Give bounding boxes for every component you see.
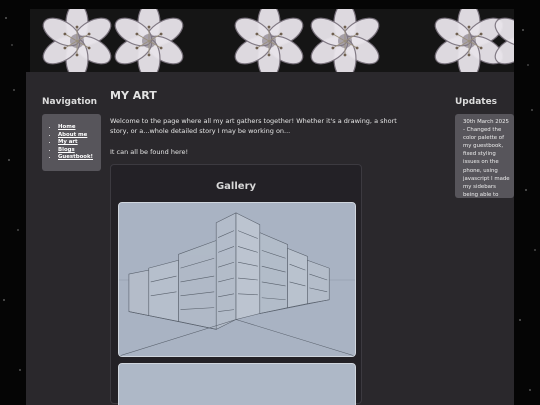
nav-link-guestbook[interactable]: Guestbook! — [58, 154, 93, 160]
nav-item-blogs: Blogs — [58, 147, 101, 155]
lily-flower-image — [110, 9, 188, 72]
gallery-title: Gallery — [215, 181, 257, 192]
partial-drawing — [119, 364, 355, 405]
nav-item-my-art: My art — [58, 139, 101, 147]
navigation-box: Home About me My art Blogs Guestbook! — [42, 114, 101, 171]
navigation-list: Home About me My art Blogs Guestbook! — [51, 124, 101, 162]
updates-heading: Updates — [455, 97, 498, 107]
gallery-item-second-drawing[interactable] — [118, 363, 356, 405]
nav-item-home: Home — [58, 124, 101, 132]
lily-flower-image — [230, 9, 308, 72]
update-entry: 30th March 2025 - Changed the color pale… — [463, 119, 510, 198]
nav-link-blogs[interactable]: Blogs — [58, 147, 75, 153]
page-title: MY ART — [110, 89, 157, 102]
nav-link-my-art[interactable]: My art — [58, 139, 78, 145]
nav-link-about-me[interactable]: About me — [58, 132, 87, 138]
lily-flower-image — [490, 9, 514, 72]
found-text: It can all be found here! — [110, 148, 189, 156]
nav-item-about: About me — [58, 132, 101, 140]
updates-box[interactable]: 30th March 2025 - Changed the color pale… — [455, 114, 514, 198]
gallery-item-city-drawing[interactable] — [118, 202, 356, 357]
header-banner — [30, 9, 514, 72]
main-panel: Navigation Home About me My art Blogs Gu… — [26, 72, 514, 405]
nav-link-home[interactable]: Home — [58, 124, 76, 130]
nav-item-guestbook: Guestbook! — [58, 154, 101, 162]
lily-flower-image — [306, 9, 384, 72]
navigation-heading: Navigation — [42, 97, 98, 107]
gallery-box[interactable]: Gallery — [110, 164, 362, 405]
intro-text: Welcome to the page where all my art gat… — [110, 117, 397, 135]
lily-flower-image — [38, 9, 116, 72]
city-perspective-drawing — [119, 203, 355, 356]
